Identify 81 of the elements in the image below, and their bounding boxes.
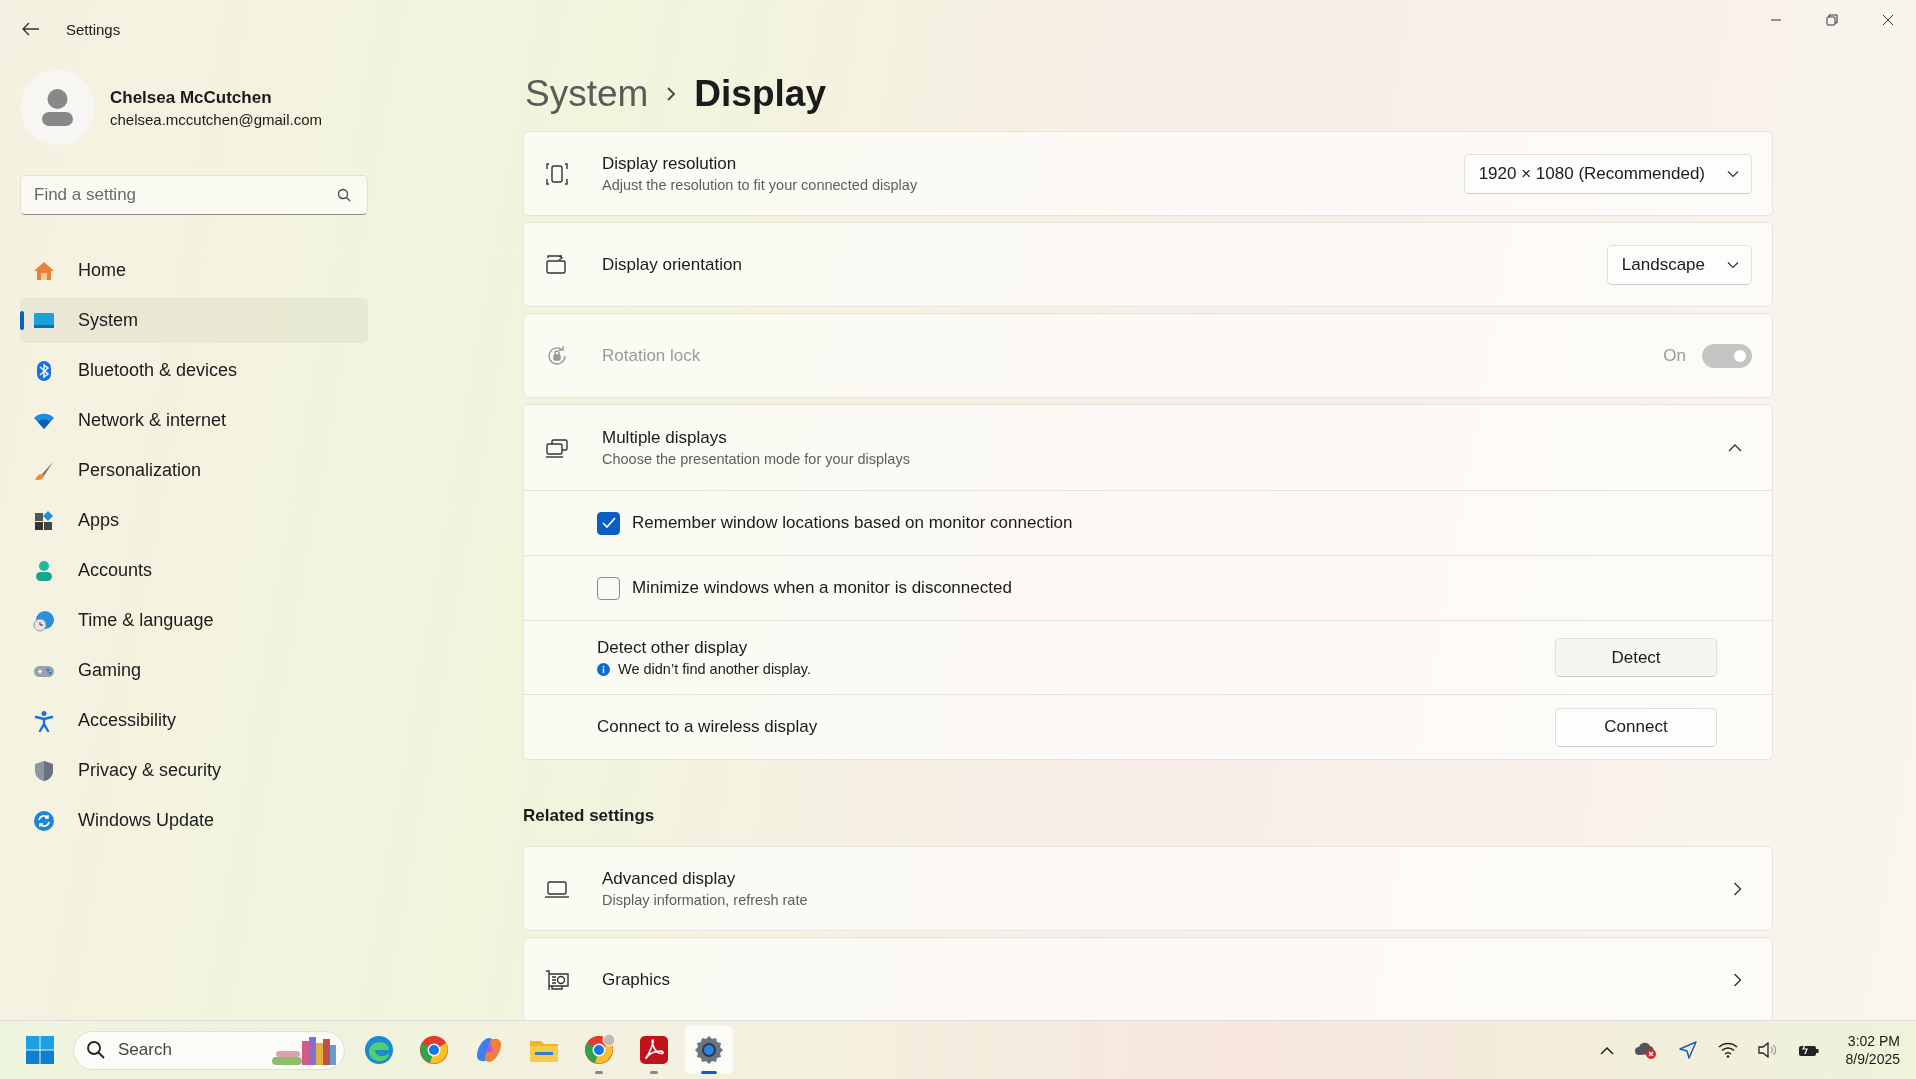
apps-icon xyxy=(33,509,55,532)
chrome-icon xyxy=(582,1034,615,1066)
info-message: We didn’t find another display. xyxy=(618,661,811,677)
location-icon[interactable] xyxy=(1677,1040,1698,1060)
search-icon xyxy=(86,1040,106,1060)
volume-icon[interactable] xyxy=(1757,1042,1778,1058)
account-name: Chelsea McCutchen xyxy=(110,87,273,108)
close-icon[interactable] xyxy=(1882,14,1894,26)
page-title: Display xyxy=(694,73,826,115)
setting-description: Choose the presentation mode for your displays xyxy=(602,451,911,467)
setting-title: Graphics xyxy=(602,969,672,990)
setting-title: Display resolution xyxy=(602,154,738,174)
chevron-right-icon xyxy=(1733,972,1742,987)
accessibility-icon xyxy=(33,709,55,732)
checkbox-label: Remember window locations based on monitor connection xyxy=(632,513,1073,533)
search-field[interactable]: Find a setting xyxy=(20,175,368,215)
shield-icon xyxy=(33,759,55,782)
sidebar-item[interactable]: Personalization xyxy=(20,448,368,493)
avatar-icon xyxy=(20,70,95,145)
setting-title: Multiple displays xyxy=(602,428,728,448)
sidebar-item[interactable]: Privacy & security xyxy=(20,748,368,793)
chevron-down-icon xyxy=(1727,260,1739,269)
sidebar-item[interactable]: Windows Update xyxy=(20,798,368,843)
dropdown[interactable]: 1920 × 1080 (Recommended) xyxy=(1463,153,1752,194)
acrobat-icon xyxy=(637,1034,670,1066)
start-icon[interactable] xyxy=(25,1035,55,1065)
resolution-icon xyxy=(544,160,570,187)
chevron-right-icon xyxy=(666,86,677,102)
taskbar-search[interactable]: Search xyxy=(73,1030,345,1070)
related-setting-card[interactable]: Graphics xyxy=(523,937,1773,1020)
taskbar-app[interactable] xyxy=(684,1026,733,1074)
info-icon xyxy=(597,662,610,676)
globe-clock-icon xyxy=(33,609,55,632)
checkbox-label: Minimize windows when a monitor is disconnected xyxy=(632,578,1012,598)
breadcrumb-link[interactable]: System xyxy=(525,73,649,115)
setting-title: Advanced display xyxy=(602,869,737,889)
section-heading: Related settings xyxy=(523,806,656,826)
setting-description: Adjust the resolution to fit your connected display xyxy=(602,177,919,193)
checkbox[interactable] xyxy=(597,576,620,600)
back-icon[interactable] xyxy=(22,22,40,36)
sidebar-item[interactable]: Apps xyxy=(20,498,368,543)
search-placeholder: Search xyxy=(118,1040,173,1060)
sidebar-item[interactable]: Bluetooth & devices xyxy=(20,348,368,393)
sidebar-item[interactable]: Gaming xyxy=(20,648,368,693)
person-icon xyxy=(33,559,55,582)
account-email: chelsea.mccutchen@gmail.com xyxy=(110,110,322,128)
window-title: Settings xyxy=(66,20,121,38)
action-button[interactable]: Connect xyxy=(1555,707,1717,747)
sidebar-item[interactable]: Network & internet xyxy=(20,398,368,443)
chevron-right-icon xyxy=(1733,881,1742,896)
clock-date: 8/9/2025 xyxy=(1845,1051,1900,1067)
setting-description: Display information, refresh rate xyxy=(602,892,809,908)
setting-title: Display orientation xyxy=(602,254,743,275)
clock-time: 3:02 PM xyxy=(1847,1033,1900,1049)
sidebar-item[interactable]: System xyxy=(20,298,368,343)
expander-header[interactable]: Multiple displays Choose the presentation mode for your displays xyxy=(524,405,1772,491)
dropdown[interactable]: Landscape xyxy=(1606,244,1752,285)
wifi-icon[interactable] xyxy=(1717,1042,1738,1058)
battery-icon[interactable] xyxy=(1797,1042,1820,1058)
related-setting-card[interactable]: Advanced display Display information, refresh rate xyxy=(523,846,1773,931)
toggle-state: On xyxy=(1663,345,1686,366)
chevron-down-icon xyxy=(1727,169,1739,178)
search-icon xyxy=(337,188,351,202)
check-icon xyxy=(601,517,616,529)
action-button[interactable]: Detect xyxy=(1555,638,1717,677)
setting-title: Rotation lock xyxy=(602,345,702,366)
clock[interactable]: 3:02 PM 8/9/2025 xyxy=(1845,1033,1900,1067)
restore-icon[interactable] xyxy=(1826,14,1838,26)
edge-icon xyxy=(362,1034,395,1066)
chrome-icon xyxy=(417,1034,450,1066)
sidebar-item[interactable]: Accounts xyxy=(20,548,368,593)
update-icon xyxy=(33,809,55,832)
sidebar-item[interactable]: Time & language xyxy=(20,598,368,643)
sidebar-item[interactable]: Home xyxy=(20,248,368,293)
checkbox[interactable] xyxy=(597,511,620,535)
chevron-up-icon[interactable] xyxy=(1599,1045,1614,1055)
home-icon xyxy=(33,259,55,282)
setting-title: Connect to a wireless display xyxy=(597,717,819,737)
cloud-error-icon[interactable] xyxy=(1633,1040,1658,1060)
sidebar-item[interactable]: Accessibility xyxy=(20,698,368,743)
setting-title: Detect other display xyxy=(597,638,749,658)
